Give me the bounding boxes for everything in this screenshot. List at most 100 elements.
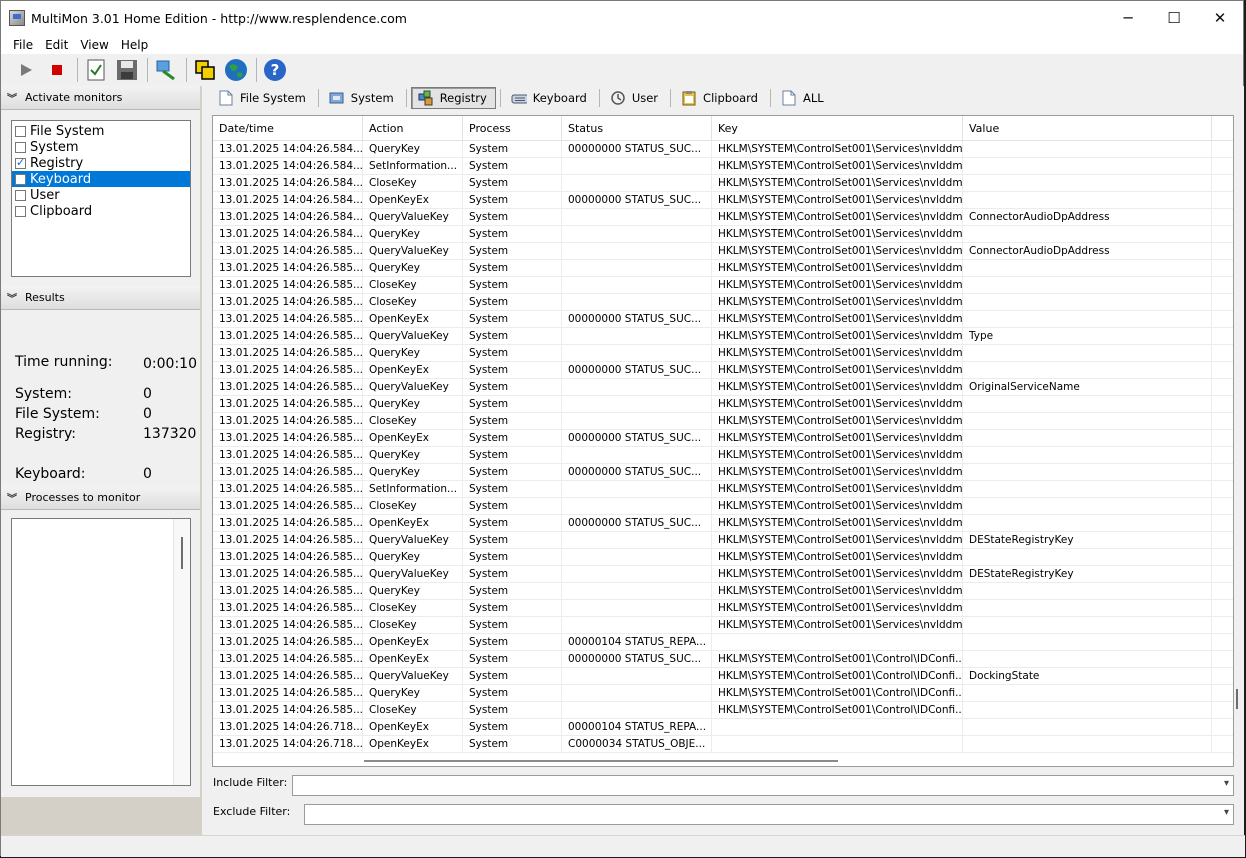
tab-system[interactable]: System bbox=[323, 87, 402, 109]
monitor-item-clipboard[interactable]: Clipboard bbox=[12, 203, 190, 219]
table-row[interactable]: 13.01.2025 14:04:26.585... QueryKey System… bbox=[213, 260, 1233, 277]
table-row[interactable]: 13.01.2025 14:04:26.585... QueryValueKey S… bbox=[213, 668, 1233, 685]
table-row[interactable]: 13.01.2025 14:04:26.584... QueryKey System… bbox=[213, 141, 1233, 158]
tab-user[interactable]: User bbox=[604, 87, 666, 109]
collapse-chevron-icon[interactable]: ︾ bbox=[7, 90, 17, 105]
process-list[interactable] bbox=[11, 518, 191, 786]
table-row[interactable]: 13.01.2025 14:04:26.585... QueryValueKey S… bbox=[213, 328, 1233, 345]
monitor-item-keyboard[interactable]: Keyboard bbox=[12, 171, 190, 187]
settings-icon[interactable] bbox=[153, 57, 179, 83]
table-row[interactable]: 13.01.2025 14:04:26.718... OpenKeyEx Syste… bbox=[213, 719, 1233, 736]
table-row[interactable]: 13.01.2025 14:04:26.585... QueryValueKey S… bbox=[213, 379, 1233, 396]
menu-file[interactable]: File bbox=[1, 38, 39, 52]
table-row[interactable]: 13.01.2025 14:04:26.585... QueryValueKey S… bbox=[213, 566, 1233, 583]
chevron-down-icon[interactable]: ▾ bbox=[1224, 807, 1229, 818]
table-row[interactable]: 13.01.2025 14:04:26.585... OpenKeyEx Syste… bbox=[213, 362, 1233, 379]
table-row[interactable]: 13.01.2025 14:04:26.584... CloseKey System… bbox=[213, 175, 1233, 192]
column-header-value[interactable]: Value bbox=[963, 116, 1212, 141]
column-header-datetime[interactable]: Date/time bbox=[213, 116, 363, 141]
save-icon[interactable] bbox=[114, 57, 140, 83]
play-icon[interactable] bbox=[13, 57, 39, 83]
column-header-process[interactable]: Process bbox=[463, 116, 562, 141]
table-row[interactable]: 13.01.2025 14:04:26.585... QueryKey System… bbox=[213, 396, 1233, 413]
tab-clipboard[interactable]: Clipboard bbox=[675, 87, 766, 109]
system-count-value: 0 bbox=[143, 386, 152, 402]
cell-status bbox=[562, 498, 712, 515]
column-header-key[interactable]: Key bbox=[712, 116, 963, 141]
help-icon[interactable]: ? bbox=[262, 57, 288, 83]
cell-process: System bbox=[463, 668, 562, 685]
table-row[interactable]: 13.01.2025 14:04:26.585... OpenKeyEx Syste… bbox=[213, 634, 1233, 651]
checkbox[interactable] bbox=[15, 141, 26, 153]
tab-file-system[interactable]: File System bbox=[212, 87, 314, 109]
menu-view[interactable]: View bbox=[74, 38, 114, 52]
table-row[interactable]: 13.01.2025 14:04:26.584... QueryValueKey S… bbox=[213, 209, 1233, 226]
table-row[interactable]: 13.01.2025 14:04:26.584... OpenKeyEx Syste… bbox=[213, 192, 1233, 209]
checkbox[interactable] bbox=[15, 205, 26, 217]
table-row[interactable]: 13.01.2025 14:04:26.585... CloseKey System… bbox=[213, 600, 1233, 617]
table-row[interactable]: 13.01.2025 14:04:26.585... CloseKey System… bbox=[213, 498, 1233, 515]
table-row[interactable]: 13.01.2025 14:04:26.585... SetInformation… bbox=[213, 481, 1233, 498]
exclude-filter-combo[interactable]: ▾ bbox=[304, 804, 1234, 825]
table-row[interactable]: 13.01.2025 14:04:26.585... CloseKey System… bbox=[213, 702, 1233, 719]
vertical-scrollbar-thumb[interactable] bbox=[1236, 689, 1238, 709]
table-row[interactable]: 13.01.2025 14:04:26.585... QueryKey System… bbox=[213, 447, 1233, 464]
table-row[interactable]: 13.01.2025 14:04:26.584... SetInformation… bbox=[213, 158, 1233, 175]
table-row[interactable]: 13.01.2025 14:04:26.585... QueryValueKey S… bbox=[213, 532, 1233, 549]
monitor-item-system[interactable]: System bbox=[12, 139, 190, 155]
process-list-scrollbar[interactable] bbox=[173, 519, 190, 785]
minimize-button[interactable]: ─ bbox=[1105, 1, 1151, 35]
table-row[interactable]: 13.01.2025 14:04:26.585... CloseKey System… bbox=[213, 617, 1233, 634]
table-row[interactable]: 13.01.2025 14:04:26.585... CloseKey System… bbox=[213, 294, 1233, 311]
table-row[interactable]: 13.01.2025 14:04:26.585... QueryValueKey S… bbox=[213, 243, 1233, 260]
table-row[interactable]: 13.01.2025 14:04:26.585... OpenKeyEx Syste… bbox=[213, 651, 1233, 668]
menu-help[interactable]: Help bbox=[115, 38, 154, 52]
event-grid[interactable]: Date/time Action Process Status Key Valu… bbox=[212, 115, 1234, 767]
cell-status: 00000000 STATUS_SUC... bbox=[562, 651, 712, 668]
window-icon[interactable] bbox=[192, 57, 218, 83]
horizontal-scrollbar-thumb[interactable] bbox=[364, 760, 838, 762]
table-row[interactable]: 13.01.2025 14:04:26.584... QueryKey System… bbox=[213, 226, 1233, 243]
monitor-item-file-system[interactable]: File System bbox=[12, 123, 190, 139]
globe-icon[interactable] bbox=[223, 57, 249, 83]
tab-registry[interactable]: Registry bbox=[410, 87, 496, 109]
table-row[interactable]: 13.01.2025 14:04:26.585... CloseKey System… bbox=[213, 277, 1233, 294]
checkbox[interactable] bbox=[15, 189, 26, 201]
activate-monitors-header[interactable]: ︾ Activate monitors bbox=[1, 86, 200, 110]
close-button[interactable]: ✕ bbox=[1197, 1, 1243, 35]
column-header-action[interactable]: Action bbox=[363, 116, 463, 141]
maximize-button[interactable]: ☐ bbox=[1151, 1, 1197, 35]
table-row[interactable]: 13.01.2025 14:04:26.585... QueryKey System… bbox=[213, 583, 1233, 600]
table-row[interactable]: 13.01.2025 14:04:26.718... OpenKeyEx Syste… bbox=[213, 736, 1233, 753]
table-row[interactable]: 13.01.2025 14:04:26.585... OpenKeyEx Syste… bbox=[213, 515, 1233, 532]
table-row[interactable]: 13.01.2025 14:04:26.585... QueryKey System… bbox=[213, 345, 1233, 362]
include-filter-combo[interactable]: ▾ bbox=[292, 775, 1234, 796]
checkbox[interactable] bbox=[15, 173, 26, 185]
stop-icon[interactable] bbox=[44, 57, 70, 83]
tab-keyboard[interactable]: Keyboard bbox=[505, 87, 595, 109]
collapse-chevron-icon[interactable]: ︾ bbox=[7, 290, 17, 305]
table-row[interactable]: 13.01.2025 14:04:26.585... OpenKeyEx Syste… bbox=[213, 311, 1233, 328]
tab-label: User bbox=[631, 91, 659, 105]
table-row[interactable]: 13.01.2025 14:04:26.585... QueryKey System… bbox=[213, 685, 1233, 702]
column-header-status[interactable]: Status bbox=[562, 116, 712, 141]
collapse-chevron-icon[interactable]: ︾ bbox=[7, 490, 17, 505]
tab-all[interactable]: ALL bbox=[775, 87, 832, 109]
title-bar[interactable]: MultiMon 3.01 Home Edition - http://www.… bbox=[1, 1, 1243, 35]
checklist-icon[interactable] bbox=[83, 57, 109, 83]
checkbox[interactable] bbox=[15, 125, 26, 137]
processes-header[interactable]: ︾ Processes to monitor bbox=[1, 486, 200, 510]
table-row[interactable]: 13.01.2025 14:04:26.585... CloseKey System… bbox=[213, 413, 1233, 430]
table-row[interactable]: 13.01.2025 14:04:26.585... OpenKeyEx Syste… bbox=[213, 430, 1233, 447]
menu-edit[interactable]: Edit bbox=[39, 38, 74, 52]
results-header[interactable]: ︾ Results bbox=[1, 286, 200, 310]
table-row[interactable]: 13.01.2025 14:04:26.585... QueryKey System… bbox=[213, 549, 1233, 566]
table-row[interactable]: 13.01.2025 14:04:26.585... QueryKey System… bbox=[213, 464, 1233, 481]
cell-status bbox=[562, 396, 712, 413]
cell-value bbox=[963, 260, 1212, 277]
monitor-item-registry[interactable]: Registry bbox=[12, 155, 190, 171]
monitor-item-user[interactable]: User bbox=[12, 187, 190, 203]
chevron-down-icon[interactable]: ▾ bbox=[1224, 778, 1229, 789]
checkbox[interactable] bbox=[15, 156, 26, 169]
scrollbar-thumb[interactable] bbox=[181, 537, 183, 569]
